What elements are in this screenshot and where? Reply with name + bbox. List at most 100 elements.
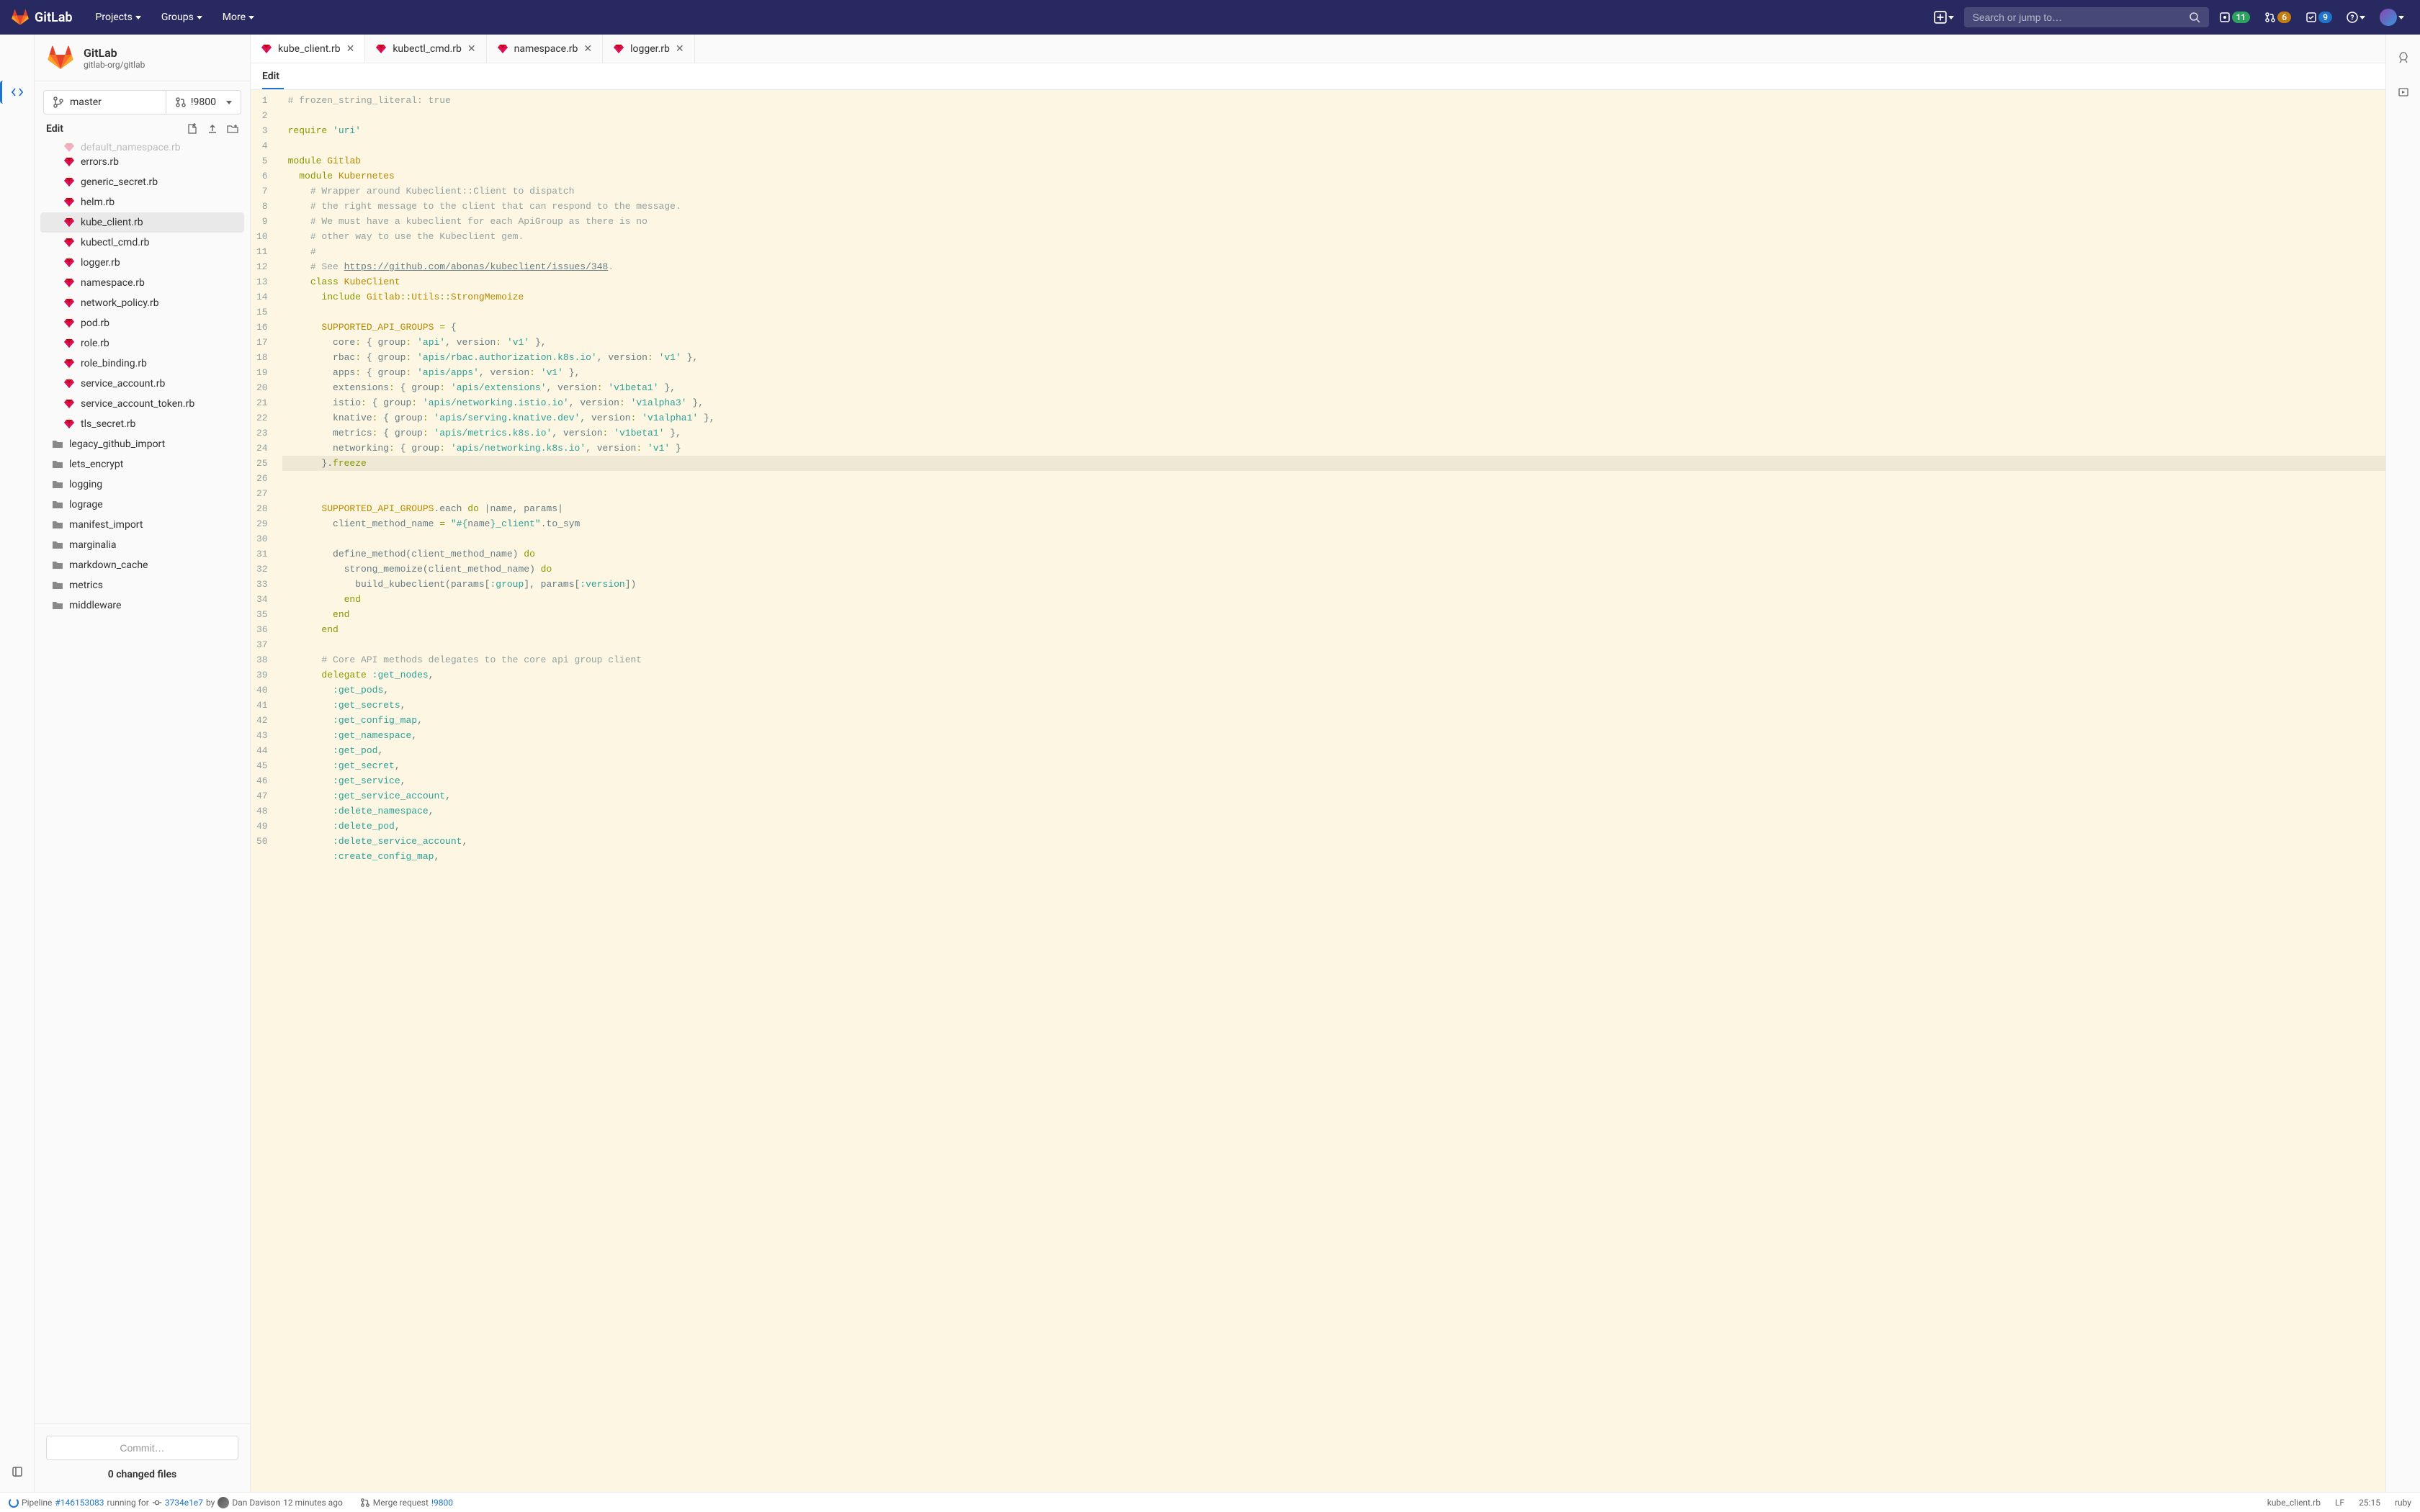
new-dropdown[interactable] <box>1930 8 1958 27</box>
issues-link[interactable]: 11 <box>2215 9 2255 26</box>
rail-edit[interactable] <box>0 81 29 104</box>
file-tree-item[interactable]: network_policy.rb <box>40 293 244 313</box>
ruby-icon <box>63 257 75 269</box>
chevron-down-icon <box>2398 16 2404 19</box>
folder-tree-item[interactable]: legacy_github_import <box>40 434 244 454</box>
tree-item-label: marginalia <box>69 539 117 551</box>
svg-text:?: ? <box>2351 14 2354 22</box>
folder-icon <box>52 580 63 591</box>
new-folder-button[interactable] <box>227 123 238 135</box>
status-left: Pipeline #146153083 running for 3734e1e7… <box>9 1497 453 1508</box>
status-bar: Pipeline #146153083 running for 3734e1e7… <box>0 1492 2420 1512</box>
folder-tree-item[interactable]: metrics <box>40 575 244 595</box>
rocket-icon <box>2398 52 2409 63</box>
tree-item-label: metrics <box>69 580 103 591</box>
file-tree-item[interactable]: service_account.rb <box>40 374 244 394</box>
file-tree-item[interactable]: kube_client.rb <box>40 212 244 233</box>
file-tree-item[interactable]: errors.rb <box>40 152 244 172</box>
project-avatar <box>46 43 75 72</box>
status-right: kube_client.rb LF 25:15 ruby <box>2267 1498 2411 1508</box>
ruby-icon <box>613 43 624 55</box>
gitlab-logo[interactable]: GitLab <box>12 9 73 26</box>
new-file-icon <box>187 123 198 135</box>
ruby-icon <box>63 237 75 248</box>
editor-tab[interactable]: logger.rb ✕ <box>603 35 694 63</box>
clientside-preview-toggle[interactable] <box>2398 86 2409 98</box>
file-tree[interactable]: default_namespace.rberrors.rb generic_sec… <box>35 143 250 1423</box>
folder-tree-item[interactable]: logging <box>40 474 244 495</box>
file-tree-item[interactable]: logger.rb <box>40 253 244 273</box>
file-tree-item[interactable]: service_account_token.rb <box>40 394 244 414</box>
tab-close-button[interactable]: ✕ <box>467 43 476 55</box>
merge-request-icon <box>360 1498 370 1508</box>
search-input[interactable] <box>1973 12 2189 23</box>
file-tree-item[interactable]: helm.rb <box>40 192 244 212</box>
file-tree-item[interactable]: role_binding.rb <box>40 354 244 374</box>
tree-item-label: kube_client.rb <box>81 217 143 228</box>
tab-close-button[interactable]: ✕ <box>346 43 355 55</box>
tab-label: namespace.rb <box>514 43 578 55</box>
ruby-icon <box>63 378 75 390</box>
breadcrumb-edit[interactable]: Edit <box>251 63 2385 90</box>
folder-icon <box>52 438 63 450</box>
file-tree-item[interactable]: kubectl_cmd.rb <box>40 233 244 253</box>
nav-groups[interactable]: Groups <box>153 6 211 29</box>
new-file-button[interactable] <box>187 123 198 135</box>
help-dropdown[interactable]: ? <box>2342 9 2370 26</box>
sidebar-header: GitLab gitlab-org/gitlab <box>35 35 250 81</box>
file-tree-item[interactable]: pod.rb <box>40 313 244 333</box>
file-tree-item[interactable]: default_namespace.rb <box>40 143 244 152</box>
folder-tree-item[interactable]: lograge <box>40 495 244 515</box>
ruby-icon <box>63 398 75 410</box>
editor-tab[interactable]: kubectl_cmd.rb✕ <box>365 35 486 63</box>
user-menu[interactable] <box>2375 6 2408 29</box>
tree-item-label: generic_secret.rb <box>81 176 158 188</box>
edit-toolbar: Edit <box>35 123 250 143</box>
code-content[interactable]: # frozen_string_literal: true require 'u… <box>282 90 2385 1492</box>
folder-icon <box>52 499 63 510</box>
file-tree-item[interactable]: generic_secret.rb <box>40 172 244 192</box>
tree-item-label: helm.rb <box>81 197 115 208</box>
upload-button[interactable] <box>207 123 218 135</box>
help-icon: ? <box>2347 12 2358 23</box>
file-tree-item[interactable]: tls_secret.rb <box>40 414 244 434</box>
tab-label: logger.rb <box>630 43 670 55</box>
nav-more[interactable]: More <box>214 6 263 29</box>
folder-icon <box>52 559 63 571</box>
editor-tab[interactable]: kube_client.rb✕ <box>251 35 365 63</box>
ruby-icon <box>261 43 272 55</box>
tree-item-label: network_policy.rb <box>81 297 159 309</box>
by-label: by <box>206 1498 215 1508</box>
code-editor[interactable]: 1234567891011121314151617181920212223242… <box>251 90 2385 1492</box>
todos-link[interactable]: 9 <box>2301 9 2336 26</box>
nav-projects[interactable]: Projects <box>87 6 150 29</box>
tab-close-button[interactable]: ✕ <box>676 43 684 55</box>
pipelines-panel-toggle[interactable] <box>2398 52 2409 63</box>
issues-icon <box>2219 12 2231 23</box>
branch-selector[interactable]: master <box>43 90 166 114</box>
tab-close-button[interactable]: ✕ <box>583 43 592 55</box>
chevron-down-icon <box>197 16 202 19</box>
folder-tree-item[interactable]: markdown_cache <box>40 555 244 575</box>
chevron-down-icon <box>248 16 254 19</box>
folder-tree-item[interactable]: middleware <box>40 595 244 616</box>
rail-collapse[interactable] <box>6 1460 29 1483</box>
folder-tree-item[interactable]: lets_encrypt <box>40 454 244 474</box>
commit-button[interactable]: Commit… <box>46 1436 238 1460</box>
commit-link[interactable]: 3734e1e7 <box>165 1498 203 1508</box>
folder-tree-item[interactable]: marginalia <box>40 535 244 555</box>
folder-tree-item[interactable]: manifest_import <box>40 515 244 535</box>
pipeline-link[interactable]: #146153083 <box>55 1498 104 1508</box>
mr-link[interactable]: !9800 <box>431 1498 453 1508</box>
tree-item-label: manifest_import <box>69 519 143 531</box>
mr-selector[interactable]: !9800 <box>166 90 241 114</box>
right-rail <box>2385 35 2420 1492</box>
editor-tab[interactable]: namespace.rb ✕ <box>487 35 604 63</box>
ruby-icon <box>375 43 387 55</box>
branch-name: master <box>70 96 102 108</box>
search-box[interactable] <box>1964 7 2209 27</box>
file-tree-item[interactable]: namespace.rb <box>40 273 244 293</box>
merge-requests-link[interactable]: 6 <box>2260 9 2295 26</box>
file-tree-item[interactable]: role.rb <box>40 333 244 354</box>
tree-item-label: pod.rb <box>81 318 109 329</box>
